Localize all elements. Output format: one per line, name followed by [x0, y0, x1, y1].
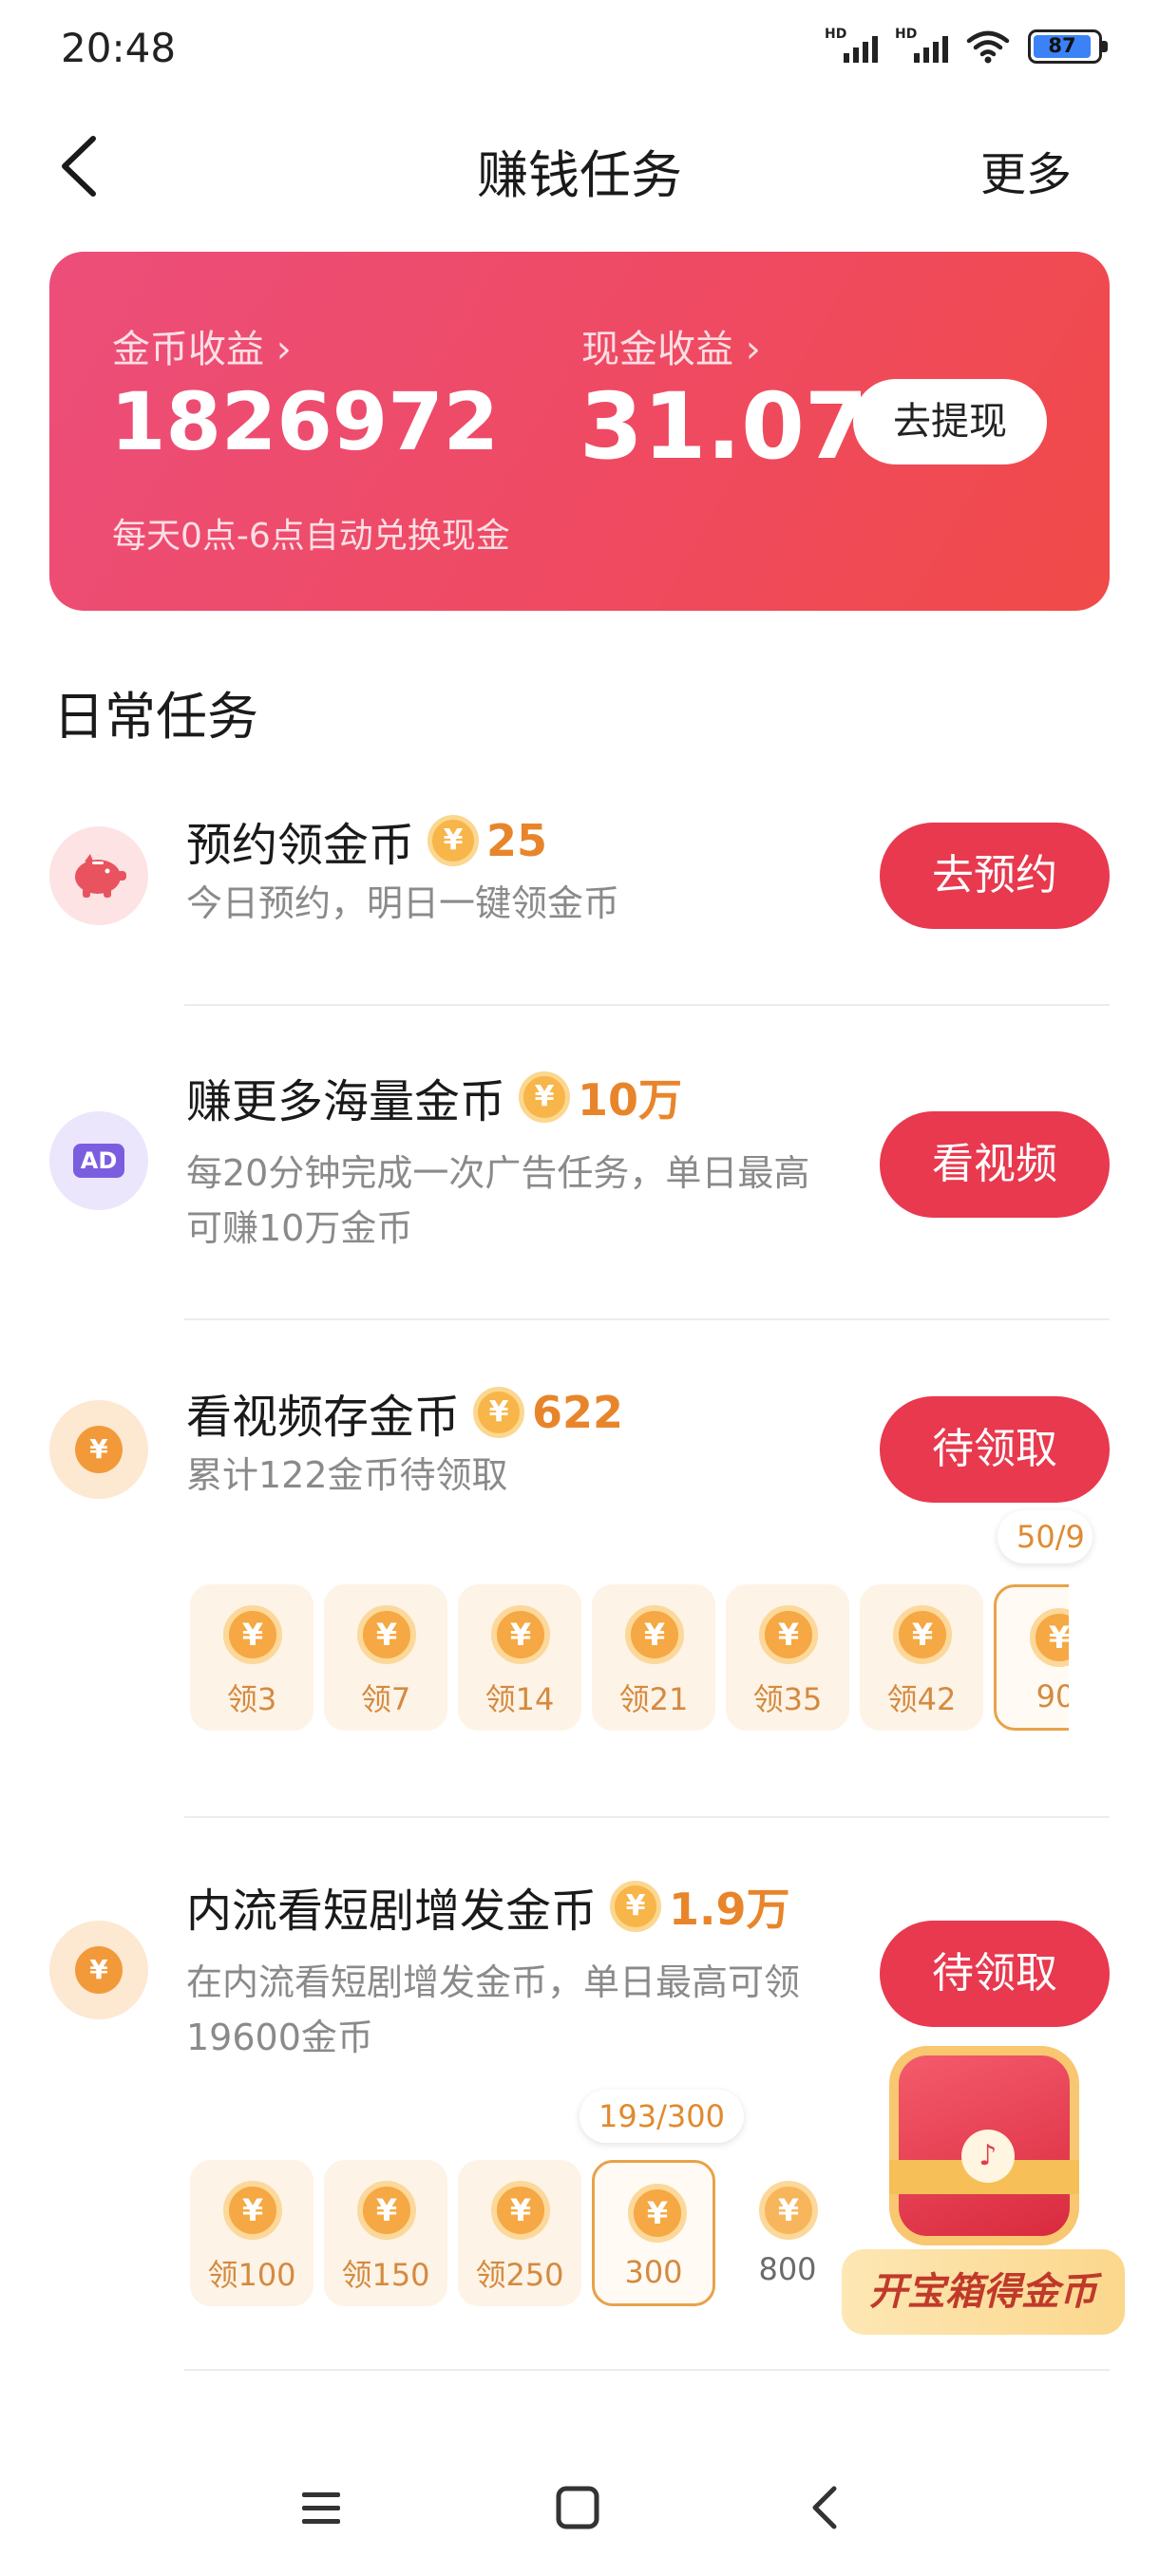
cash-earnings-link[interactable]: 现金收益 › [581, 318, 761, 373]
ad-icon: AD [49, 1111, 148, 1210]
coin-icon: ¥ [473, 1387, 525, 1438]
pending-claim-button[interactable]: 待领取 [880, 1921, 1110, 2027]
reserve-button[interactable]: 去预约 [880, 823, 1110, 929]
daily-tasks-title: 日常任务 [53, 687, 258, 747]
coin-icon: ¥ [625, 1605, 684, 1664]
task-title: 预约领金币 ¥ 25 [186, 815, 548, 872]
coin-icon: ¥ [357, 2181, 416, 2240]
reward-chip-current[interactable]: ¥ 300 [592, 2160, 715, 2306]
treasure-box-label: 开宝箱得金币 [842, 2249, 1125, 2335]
progress-bubble: 50/9 [998, 1510, 1092, 1563]
treasure-chest-icon: ♪ [889, 2046, 1079, 2245]
task-description: 累计122金币待领取 [186, 1454, 508, 1496]
coin-icon: ¥ [759, 2181, 818, 2240]
system-nav-bar [0, 2451, 1159, 2565]
cellular-signal-icon: HD [895, 27, 948, 66]
exchange-note: 每天0点-6点自动兑换现金 [112, 517, 510, 556]
task-title: 赚更多海量金币 ¥ 10万 [186, 1064, 682, 1130]
reward-chip[interactable]: ¥ 领21 [592, 1584, 715, 1731]
progress-bubble: 193/300 [580, 2090, 744, 2143]
task-description: 每20分钟完成一次广告任务，单日最高可赚10万金币 [186, 1152, 810, 1249]
coin-icon: ¥ [428, 815, 480, 866]
status-time: 20:48 [61, 25, 177, 71]
coin-earnings-link[interactable]: 金币收益 › [112, 318, 292, 373]
reward-chip[interactable]: ¥ 领14 [458, 1584, 581, 1731]
menu-icon[interactable] [293, 2479, 350, 2536]
task-reward: 10万 [578, 1074, 683, 1126]
coin-icon: ¥ [223, 2181, 282, 2240]
task-title: 看视频存金币 ¥ 622 [186, 1387, 624, 1444]
divider [184, 1318, 1110, 1320]
reward-chips: ¥ 领100 ¥ 领150 ¥ 领250 ¥ 300 ¥ 800 [190, 2160, 855, 2312]
reward-chip-locked[interactable]: ¥ 800 [726, 2160, 849, 2306]
coin-icon: ¥ [1030, 1608, 1069, 1667]
top-nav: 赚钱任务 更多 [0, 114, 1159, 218]
divider [184, 2369, 1110, 2371]
task-description: 在内流看短剧增发金币，单日最高可领19600金币 [186, 1961, 801, 2058]
divider [184, 1816, 1110, 1818]
withdraw-button[interactable]: 去提现 [853, 379, 1047, 464]
pending-claim-button[interactable]: 待领取 [880, 1396, 1110, 1503]
battery-icon: 87 [1028, 29, 1108, 64]
reward-chip[interactable]: ¥ 领100 [190, 2160, 314, 2306]
reward-chip[interactable]: ¥ 领35 [726, 1584, 849, 1731]
cellular-signal-icon: HD [825, 27, 878, 66]
reward-chip[interactable]: ¥ 领150 [324, 2160, 447, 2306]
treasure-box-widget[interactable]: ♪ 开宝箱得金币 [836, 2033, 1130, 2346]
coin-icon: ¥ [491, 1605, 550, 1664]
cash-earnings-value: 31.07 [580, 373, 868, 480]
coin-icon: ¥ [628, 2184, 687, 2243]
task-reward: 25 [486, 815, 548, 866]
reward-chip-current[interactable]: ¥ 90 [994, 1584, 1069, 1731]
coin-icon: ¥ [610, 1881, 662, 1932]
back-icon[interactable] [798, 2479, 855, 2536]
more-button[interactable]: 更多 [980, 137, 1072, 203]
task-description: 今日预约，明日一键领金币 [186, 882, 620, 924]
task-title: 内流看短剧增发金币 ¥ 1.9万 [186, 1873, 790, 1940]
status-bar: 20:48 HD HD 87 [0, 0, 1159, 103]
reward-chip[interactable]: ¥ 领7 [324, 1584, 447, 1731]
yuan-coin-icon: ¥ [49, 1921, 148, 2019]
home-icon[interactable] [549, 2479, 606, 2536]
piggy-bank-icon [49, 826, 148, 925]
reward-chip[interactable]: ¥ 领3 [190, 1584, 314, 1731]
divider [184, 1004, 1110, 1006]
coin-earnings-value: 1826972 [110, 375, 500, 468]
coin-icon: ¥ [893, 1605, 952, 1664]
wifi-icon [966, 30, 1010, 64]
coin-icon: ¥ [223, 1605, 282, 1664]
watch-video-button[interactable]: 看视频 [880, 1111, 1110, 1218]
earnings-card: 金币收益 › 1826972 现金收益 › 31.07 去提现 每天0点-6点自… [49, 252, 1110, 611]
reward-chip[interactable]: ¥ 领250 [458, 2160, 581, 2306]
yuan-coin-icon: ¥ [49, 1400, 148, 1499]
coin-icon: ¥ [491, 2181, 550, 2240]
coin-icon: ¥ [759, 1605, 818, 1664]
reward-chip[interactable]: ¥ 领42 [860, 1584, 983, 1731]
task-reward: 1.9万 [669, 1884, 790, 1935]
task-reward: 622 [532, 1387, 624, 1438]
status-icons: HD HD 87 [825, 27, 1108, 66]
reward-chips: ¥ 领3 ¥ 领7 ¥ 领14 ¥ 领21 ¥ 领35 ¥ 领42 ¥ 90 [190, 1584, 1069, 1736]
coin-icon: ¥ [357, 1605, 416, 1664]
coin-icon: ¥ [519, 1071, 571, 1123]
